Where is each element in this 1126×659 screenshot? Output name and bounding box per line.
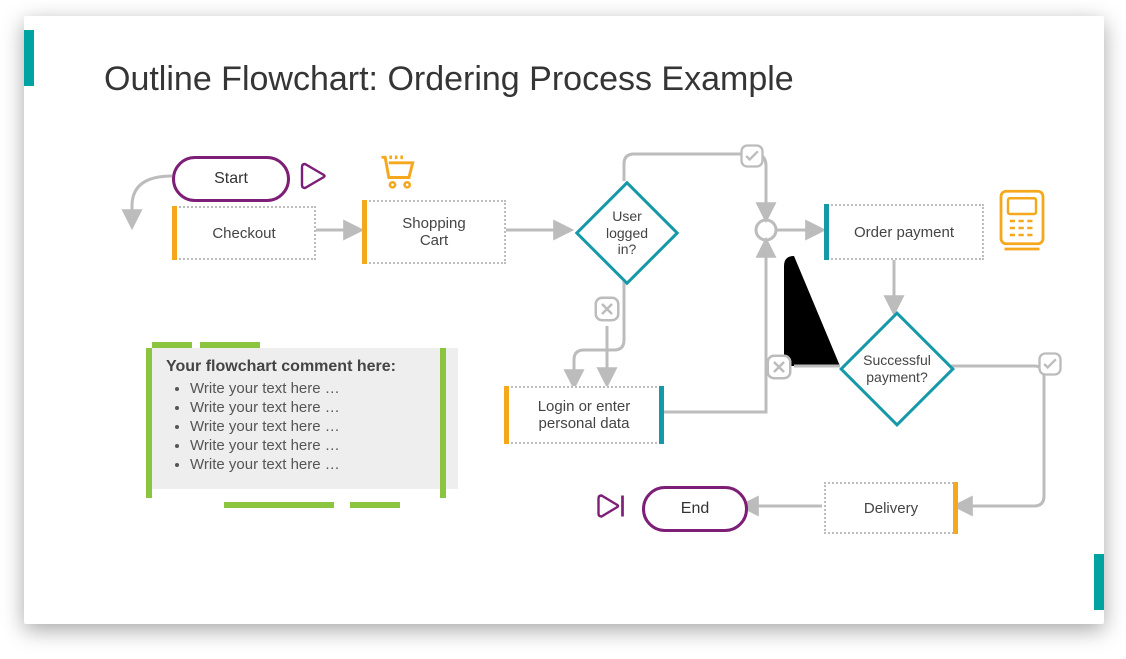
user-logged-label: User logged in?: [606, 208, 648, 258]
terminal-icon: [994, 186, 1050, 256]
accent-bar: [953, 482, 958, 534]
login-node: Login or enter personal data: [504, 386, 664, 444]
checkout-label: Checkout: [212, 225, 275, 242]
start-node: Start: [172, 156, 290, 202]
end-label: End: [681, 500, 709, 518]
comment-item: Write your text here …: [190, 437, 444, 454]
checkout-node: Checkout: [172, 206, 316, 260]
green-deco: [200, 342, 260, 348]
comment-header: Your flowchart comment here:: [166, 358, 444, 376]
stage: Outline Flowchart: Ordering Process Exam…: [0, 0, 1126, 659]
login-label: Login or enter personal data: [538, 398, 631, 432]
end-node: End: [642, 486, 748, 532]
accent-right: [1094, 554, 1104, 610]
comment-item: Write your text here …: [190, 380, 444, 397]
accent-bar: [172, 206, 177, 260]
accent-bar: [504, 386, 509, 444]
order-payment-node: Order payment: [824, 204, 984, 260]
delivery-node: Delivery: [824, 482, 958, 534]
green-deco: [350, 502, 400, 508]
stop-icon: [594, 488, 630, 524]
comment-list: Write your text here … Write your text h…: [166, 380, 444, 473]
accent-bar: [824, 204, 829, 260]
x-icon: [592, 294, 622, 324]
green-deco: [146, 348, 152, 498]
successful-payment-node: Successful payment?: [839, 311, 955, 427]
comment-item: Write your text here …: [190, 418, 444, 435]
play-icon: [296, 158, 332, 194]
green-deco: [440, 348, 446, 498]
order-payment-label: Order payment: [854, 224, 954, 241]
comment-item: Write your text here …: [190, 456, 444, 473]
delivery-label: Delivery: [864, 500, 918, 517]
shopping-cart-label: Shopping Cart: [402, 215, 465, 249]
shopping-cart-node: Shopping Cart: [362, 200, 506, 264]
comment-item: Write your text here …: [190, 399, 444, 416]
green-deco: [224, 502, 334, 508]
accent-bar: [659, 386, 664, 444]
check-icon: [1036, 350, 1064, 378]
cart-icon: [376, 150, 420, 194]
page-title: Outline Flowchart: Ordering Process Exam…: [104, 60, 794, 99]
accent-left: [24, 30, 34, 86]
check-icon: [738, 142, 766, 170]
accent-bar: [362, 200, 367, 264]
green-deco: [152, 342, 192, 348]
user-logged-node: User logged in?: [575, 181, 680, 286]
slide: Outline Flowchart: Ordering Process Exam…: [24, 16, 1104, 624]
comment-box: Your flowchart comment here: Write your …: [152, 348, 458, 489]
successful-payment-label: Successful payment?: [863, 352, 931, 386]
start-label: Start: [214, 170, 248, 188]
x-icon: [764, 352, 794, 382]
